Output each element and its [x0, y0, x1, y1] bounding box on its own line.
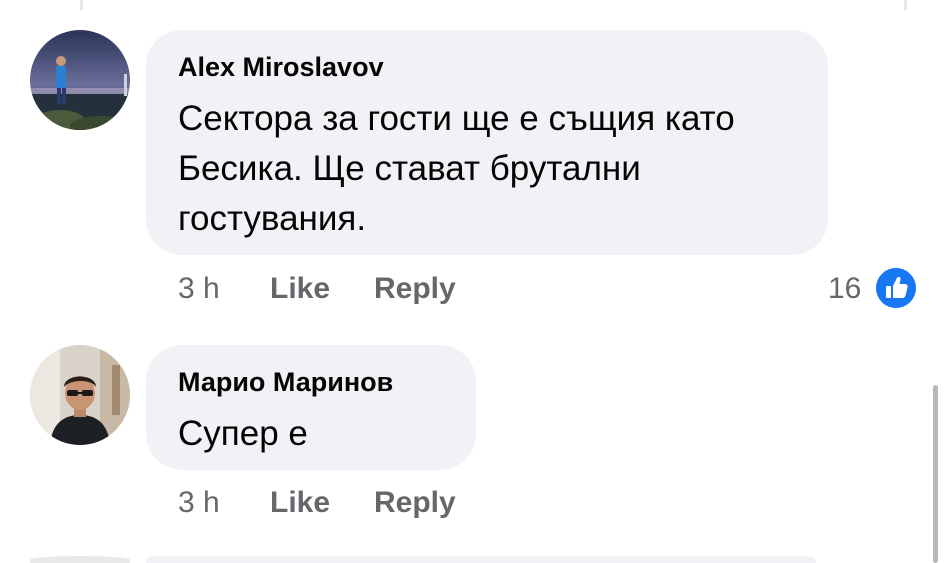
- avatar[interactable]: [30, 30, 130, 130]
- avatar[interactable]: [30, 345, 130, 445]
- reply-button[interactable]: Reply: [374, 486, 456, 520]
- reply-button[interactable]: Reply: [374, 272, 456, 306]
- comment-author[interactable]: Марио Маринов: [178, 367, 393, 398]
- comment-bubble: Марио Маринов Супер е: [146, 345, 476, 470]
- comment-timestamp[interactable]: 3 h: [178, 486, 220, 520]
- like-button[interactable]: Like: [270, 272, 330, 306]
- avatar[interactable]: [30, 556, 130, 563]
- comment-text-line: гостувания.: [178, 199, 367, 238]
- comment-text-line: Сектора за гости ще е същия като: [178, 99, 735, 138]
- comment-timestamp[interactable]: 3 h: [178, 272, 220, 306]
- comment-bubble: Alex Miroslavov Сектора за гости ще е съ…: [146, 30, 828, 255]
- comment-text-line: Супер е: [178, 414, 308, 453]
- comment-text-line: Бесика. Ще стават брутални: [178, 149, 641, 188]
- scrollbar-thumb[interactable]: [933, 385, 938, 563]
- thumbs-up-icon[interactable]: [874, 266, 918, 310]
- like-button[interactable]: Like: [270, 486, 330, 520]
- comment-author[interactable]: Alex Miroslavov: [178, 52, 384, 83]
- divider-tick: [904, 0, 907, 10]
- avatar-photo: [30, 345, 130, 445]
- thread-connector-line: [80, 0, 83, 10]
- comment-bubble: [146, 556, 816, 563]
- comments-page: Alex Miroslavov Сектора за гости ще е съ…: [0, 0, 947, 563]
- reaction-count[interactable]: 16: [828, 272, 861, 306]
- avatar-photo: [30, 30, 130, 130]
- avatar-photo: [30, 556, 130, 563]
